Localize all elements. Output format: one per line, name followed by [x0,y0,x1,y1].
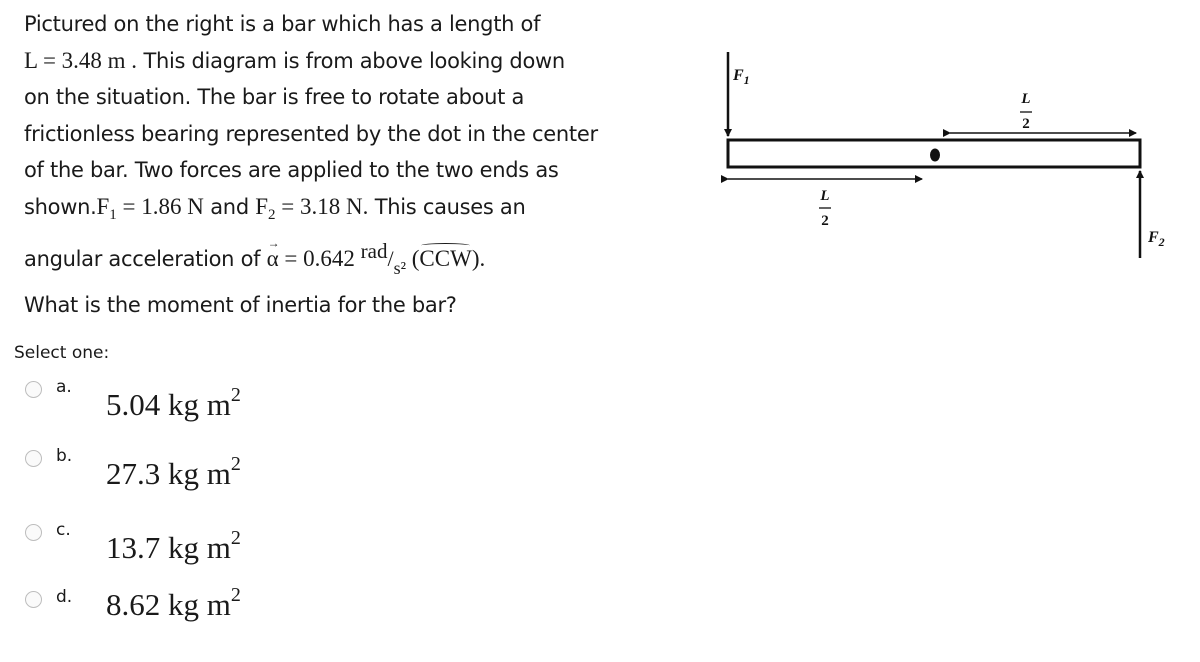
option-value: 27.3 kg m2 [106,453,241,491]
question-line: angular acceleration of → α = 0.642 rad/s… [24,236,486,278]
direction-ccw: CCW [419,241,472,278]
option-letter: a. [56,377,72,397]
option-letter: d. [56,587,73,607]
option-value: 5.04 kg m2 [106,384,241,422]
question-line: on the situation. The bar is free to rot… [24,85,525,109]
radio-button[interactable] [25,450,42,467]
option-letter: c. [56,520,71,540]
radio-button[interactable] [25,591,42,608]
dimension-right-label-num: L [1020,91,1030,107]
alpha-vector: → α [266,236,280,271]
radio-button[interactable] [25,524,42,541]
bar-diagram: F1 F2 L 2 L 2 [721,52,1165,258]
answer-option-d[interactable]: d. 8.62 kg m2 [25,584,241,637]
dimension-left-label-num: L [819,188,829,204]
answer-option-a[interactable]: a. 5.04 kg m2 [25,377,241,427]
question-line: Pictured on the right is a bar which has… [24,12,541,36]
force1-label: F1 [732,67,750,87]
answer-option-b[interactable]: b. 27.3 kg m2 [25,446,241,496]
question-prompt: What is the moment of inertia for the ba… [24,292,457,317]
option-value: 8.62 kg m2 [106,584,241,622]
option-value: 13.7 kg m2 [106,527,241,565]
question-line: shown.F1 = 1.86 N and F2 = 3.18 N. This … [24,193,526,223]
force2-label: F2 [1147,229,1165,249]
question-text: Pictured on the right is a bar which has… [24,6,704,323]
option-letter: b. [56,446,73,466]
angular-acceleration-equation: → α = 0.642 rad/s² (CCW). [266,236,486,278]
question-line: of the bar. Two forces are applied to th… [24,158,559,182]
force1-equation: F1 = 1.86 N [96,193,204,223]
question-line: L = 3.48 m . This diagram is from above … [24,47,565,73]
vector-arrow-icon: → [267,236,280,250]
force2-equation: F2 = 3.18 N. [255,193,369,223]
pivot-dot [930,148,940,162]
dimension-right-label-den: 2 [1022,116,1030,132]
question-line: frictionless bearing represented by the … [24,121,598,146]
select-one-label: Select one: [14,343,110,363]
dimension-left-label-den: 2 [821,213,829,229]
radio-button[interactable] [25,381,42,398]
length-equation: L = 3.48 m . [24,47,138,73]
answer-option-c[interactable]: c. 13.7 kg m2 [25,520,241,570]
